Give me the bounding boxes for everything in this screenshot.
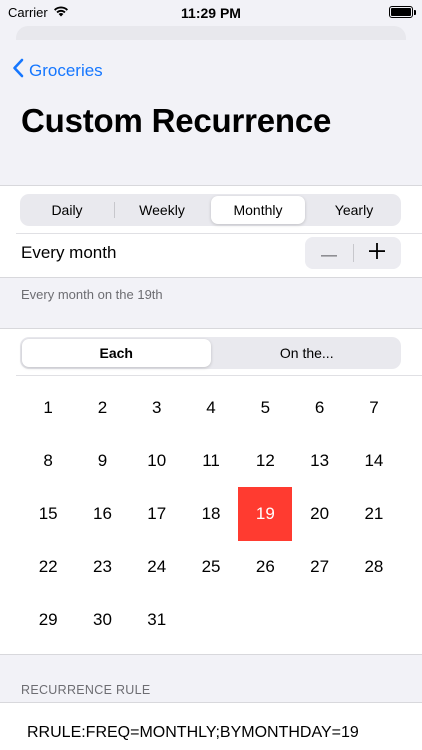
day-cell-13[interactable]: 13: [292, 434, 346, 487]
rule-section-header: RECURRENCE RULE: [21, 683, 151, 697]
plus-icon: [369, 242, 386, 264]
custom-recurrence-sheet: Groceries Custom Recurrence Daily Weekly…: [0, 40, 422, 750]
minus-icon: [320, 244, 337, 262]
day-cell-24[interactable]: 24: [130, 541, 184, 594]
row-divider: [16, 375, 422, 376]
day-cell-18[interactable]: 18: [184, 487, 238, 540]
day-cell-8[interactable]: 8: [21, 434, 75, 487]
day-cell-6[interactable]: 6: [292, 381, 346, 434]
day-cell-4[interactable]: 4: [184, 381, 238, 434]
month-day-grid: 1 2 3 4 5 6 7 8 9 10 11 12 13 14 15 16 17 18 19 20 21 22 23 24 2…: [21, 381, 401, 647]
row-divider: [16, 233, 422, 234]
day-cell-29[interactable]: 29: [21, 594, 75, 647]
page-title: Custom Recurrence: [21, 102, 332, 139]
day-cell-28[interactable]: 28: [347, 541, 401, 594]
day-cell-11[interactable]: 11: [184, 434, 238, 487]
segment-on-the[interactable]: On the...: [213, 337, 402, 369]
day-selection-section: Each On the... 1 2 3 4 5 6 7 8 9 10 11 12 13 14 15 16 17…: [0, 328, 422, 655]
day-cell-2[interactable]: 2: [75, 381, 129, 434]
day-cell-10[interactable]: 10: [130, 434, 184, 487]
day-cell-12[interactable]: 12: [238, 434, 292, 487]
mode-segmented-control: Each On the...: [20, 337, 401, 369]
day-cell-15[interactable]: 15: [21, 487, 75, 540]
rrule-text: RRULE:FREQ=MONTHLY;BYMONTHDAY=19: [27, 724, 359, 741]
segment-monthly[interactable]: Monthly: [211, 196, 305, 224]
day-cell-21[interactable]: 21: [347, 487, 401, 540]
interval-label: Every month: [21, 243, 117, 262]
day-cell-20[interactable]: 20: [292, 487, 346, 540]
interval-stepper: [305, 237, 401, 269]
day-cell-22[interactable]: 22: [21, 541, 75, 594]
day-cell-16[interactable]: 16: [75, 487, 129, 540]
back-label: Groceries: [29, 60, 103, 80]
day-cell-7[interactable]: 7: [347, 381, 401, 434]
recurrence-summary: Every month on the 19th: [21, 287, 163, 302]
day-cell-9[interactable]: 9: [75, 434, 129, 487]
day-cell-19[interactable]: 19: [238, 487, 293, 541]
segment-each[interactable]: Each: [22, 339, 211, 367]
day-cell-3[interactable]: 3: [130, 381, 184, 434]
segment-yearly[interactable]: Yearly: [307, 194, 401, 226]
day-cell-17[interactable]: 17: [130, 487, 184, 540]
day-cell-30[interactable]: 30: [75, 594, 129, 647]
segment-weekly[interactable]: Weekly: [115, 194, 209, 226]
chevron-left-icon: [12, 58, 24, 83]
day-cell-27[interactable]: 27: [292, 541, 346, 594]
status-time: 11:29 PM: [181, 5, 241, 21]
day-cell-25[interactable]: 25: [184, 541, 238, 594]
day-cell-14[interactable]: 14: [347, 434, 401, 487]
day-cell-1[interactable]: 1: [21, 381, 75, 434]
segment-daily[interactable]: Daily: [20, 194, 114, 226]
day-cell-26[interactable]: 26: [238, 541, 292, 594]
day-cell-5[interactable]: 5: [238, 381, 292, 434]
frequency-segmented-control: Daily Weekly Monthly Yearly: [20, 194, 401, 226]
rule-row: RRULE:FREQ=MONTHLY;BYMONTHDAY=19: [0, 702, 422, 750]
battery-icon: [389, 6, 416, 18]
back-button[interactable]: Groceries: [12, 58, 103, 83]
frequency-section: Daily Weekly Monthly Yearly Every month: [0, 185, 422, 278]
decrement-button[interactable]: [305, 237, 353, 269]
status-bar: Carrier 11:29 PM: [0, 0, 422, 26]
increment-button[interactable]: [354, 237, 402, 269]
day-cell-31[interactable]: 31: [130, 594, 184, 647]
day-cell-23[interactable]: 23: [75, 541, 129, 594]
